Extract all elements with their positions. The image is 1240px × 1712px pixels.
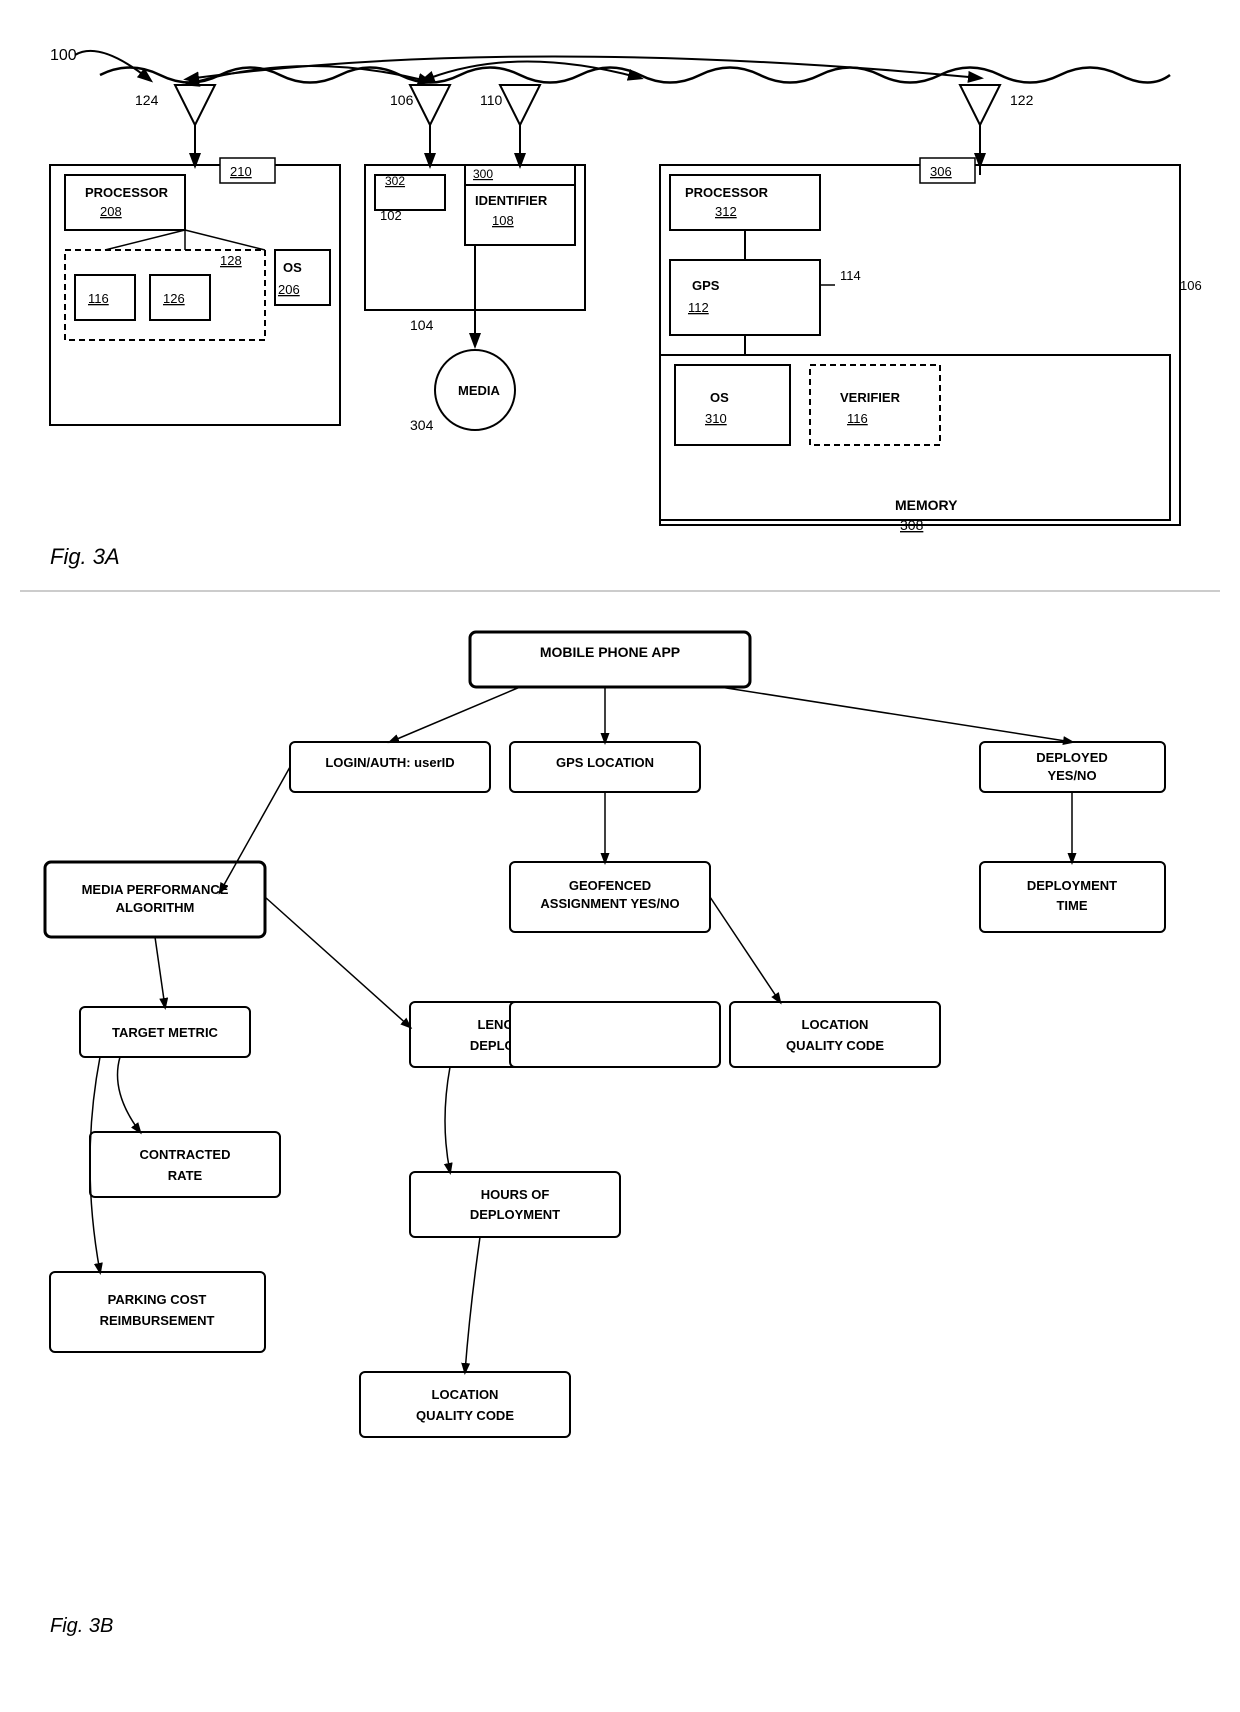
svg-text:QUALITY CODE: QUALITY CODE <box>786 1038 884 1053</box>
svg-text:PROCESSOR: PROCESSOR <box>85 185 169 200</box>
svg-text:GPS: GPS <box>692 278 720 293</box>
svg-text:102: 102 <box>380 208 402 223</box>
svg-text:306: 306 <box>930 164 952 179</box>
svg-text:114: 114 <box>840 268 861 283</box>
svg-text:MEDIA: MEDIA <box>458 383 501 398</box>
fig3a-container: 100 124 106 110 122 <box>20 20 1220 580</box>
svg-text:100: 100 <box>50 47 77 64</box>
svg-text:110: 110 <box>480 92 503 108</box>
svg-text:TARGET METRIC: TARGET METRIC <box>112 1025 219 1040</box>
svg-text:OS: OS <box>710 390 729 405</box>
svg-text:ASSIGNMENT YES/NO: ASSIGNMENT YES/NO <box>540 896 679 911</box>
svg-text:RATE: RATE <box>168 1168 203 1183</box>
svg-text:122: 122 <box>1010 92 1034 108</box>
svg-text:CONTRACTED: CONTRACTED <box>140 1147 231 1162</box>
svg-text:LOGIN/AUTH: userID: LOGIN/AUTH: userID <box>325 755 454 770</box>
svg-text:310: 310 <box>705 411 727 426</box>
svg-text:208: 208 <box>100 204 122 219</box>
svg-text:116: 116 <box>847 411 868 426</box>
svg-text:DEPLOYMENT: DEPLOYMENT <box>1027 878 1117 893</box>
svg-text:PARKING COST: PARKING COST <box>108 1292 207 1307</box>
svg-text:DEPLOYMENT: DEPLOYMENT <box>470 1207 560 1222</box>
fig3b-container: MOBILE PHONE APP LOGIN/AUTH: userID GPS … <box>20 612 1220 1692</box>
svg-text:MEDIA PERFORMANCE: MEDIA PERFORMANCE <box>82 882 229 897</box>
svg-text:300: 300 <box>473 167 493 181</box>
svg-text:IDENTIFIER: IDENTIFIER <box>475 193 548 208</box>
svg-text:GEOFENCED: GEOFENCED <box>569 878 651 893</box>
svg-text:GPS LOCATION: GPS LOCATION <box>556 755 654 770</box>
svg-text:MEMORY: MEMORY <box>895 497 958 513</box>
svg-text:LOCATION: LOCATION <box>432 1387 499 1402</box>
svg-text:QUALITY CODE: QUALITY CODE <box>416 1408 514 1423</box>
svg-text:112: 112 <box>688 300 709 315</box>
svg-text:HOURS OF: HOURS OF <box>481 1187 550 1202</box>
svg-text:312: 312 <box>715 204 737 219</box>
page-container: 100 124 106 110 122 <box>0 0 1240 1712</box>
svg-text:PROCESSOR: PROCESSOR <box>685 185 769 200</box>
svg-text:DEPLOYED: DEPLOYED <box>1036 750 1108 765</box>
svg-text:210: 210 <box>230 164 252 179</box>
svg-text:106: 106 <box>1180 278 1202 293</box>
svg-text:304: 304 <box>410 417 434 433</box>
svg-text:YES/NO: YES/NO <box>1047 768 1096 783</box>
svg-text:126: 126 <box>163 291 185 306</box>
svg-text:LOCATION: LOCATION <box>802 1017 869 1032</box>
svg-text:116: 116 <box>88 291 109 306</box>
svg-text:104: 104 <box>410 317 434 333</box>
svg-text:206: 206 <box>278 282 300 297</box>
svg-text:VERIFIER: VERIFIER <box>840 390 901 405</box>
svg-text:308: 308 <box>900 517 924 533</box>
svg-text:ALGORITHM: ALGORITHM <box>116 900 195 915</box>
svg-text:108: 108 <box>492 213 514 228</box>
section-divider <box>20 590 1220 592</box>
svg-text:128: 128 <box>220 253 242 268</box>
svg-text:MOBILE PHONE APP: MOBILE PHONE APP <box>540 644 680 660</box>
fig3a-label: Fig. 3A <box>50 544 120 570</box>
svg-text:Fig. 3B: Fig. 3B <box>50 1615 113 1637</box>
svg-text:OS: OS <box>283 260 302 275</box>
svg-text:124: 124 <box>135 92 159 108</box>
svg-text:106: 106 <box>390 92 414 108</box>
svg-text:REIMBURSEMENT: REIMBURSEMENT <box>100 1313 215 1328</box>
svg-text:302: 302 <box>385 174 405 188</box>
svg-text:TIME: TIME <box>1056 898 1087 913</box>
